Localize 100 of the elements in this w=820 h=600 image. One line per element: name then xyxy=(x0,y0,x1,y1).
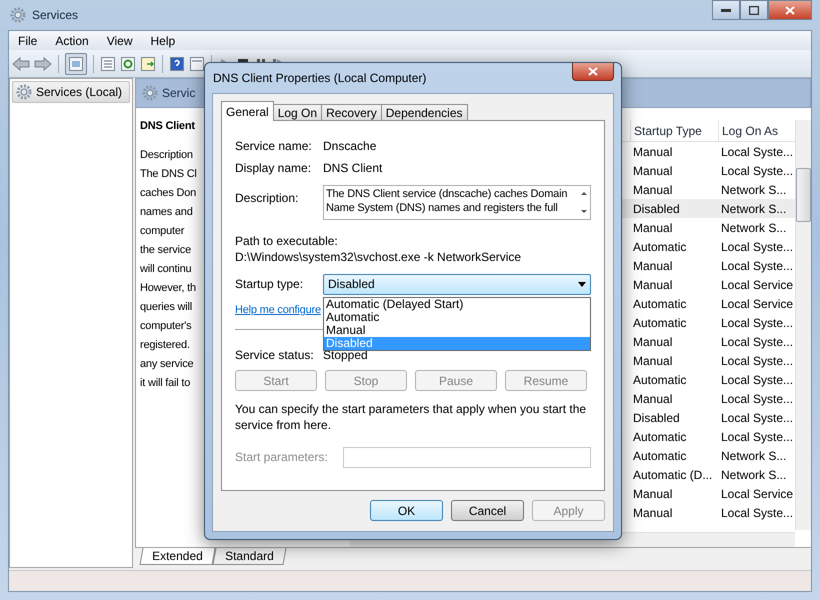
field-label: Service name: xyxy=(235,139,313,153)
field-value: Stopped xyxy=(323,348,368,362)
table-cell-text: Local Syste... xyxy=(720,238,794,256)
minimize-button[interactable] xyxy=(712,0,740,20)
table-cell-text: Local Syste... xyxy=(720,390,794,408)
export-icon[interactable] xyxy=(140,56,156,72)
description-line: it will fail to xyxy=(140,376,190,391)
maximize-icon xyxy=(749,6,759,14)
dialog-title: DNS Client Properties (Local Computer) xyxy=(212,71,426,85)
table-cell-text: Local Syste... xyxy=(720,428,794,446)
description-line: will continu xyxy=(140,262,192,277)
maximize-button[interactable] xyxy=(740,0,768,20)
field-label: Startup type: xyxy=(235,277,304,291)
table-cell-text: Local Syste... xyxy=(720,144,794,160)
close-button[interactable] xyxy=(572,63,614,81)
column-header[interactable]: Startup Type xyxy=(630,120,718,141)
table-cell-text: Network S... xyxy=(720,448,788,464)
description-line: queries will xyxy=(140,300,192,315)
field-label: Display name: xyxy=(235,161,312,175)
table-cell-text: Manual xyxy=(632,258,674,274)
menu-item[interactable]: View xyxy=(98,34,142,48)
table-cell-text: Local Syste... xyxy=(720,372,794,388)
close-button[interactable] xyxy=(768,0,812,20)
forward-arrow-icon[interactable] xyxy=(34,56,52,70)
dialog-tab[interactable]: Dependencies xyxy=(380,104,468,121)
help-link[interactable]: Help me configure xyxy=(235,304,321,316)
table-cell-text: Automatic xyxy=(632,372,688,388)
field-value: Dnscache xyxy=(323,139,376,153)
field-label: Description: xyxy=(235,190,300,205)
table-cell-text: Local Syste... xyxy=(720,504,794,522)
field-label: Service status: xyxy=(235,348,315,362)
dialog-tab[interactable]: General xyxy=(221,101,274,121)
menu-item[interactable]: Action xyxy=(46,34,98,48)
path-value: D:\Windows\system32\svchost.exe -k NetworkService xyxy=(235,249,522,265)
note-text: You can specify the start parameters that apply when you start the service from here. xyxy=(235,401,588,433)
refresh-icon[interactable] xyxy=(120,56,136,72)
table-cell-text: Local Service xyxy=(720,486,794,502)
help-icon[interactable] xyxy=(169,56,185,72)
properties-icon[interactable] xyxy=(100,56,116,72)
minimize-icon xyxy=(721,8,731,12)
table-cell-text: Automatic (D... xyxy=(632,466,714,484)
dialog-tab[interactable]: Recovery xyxy=(321,104,382,121)
table-cell-text: Disabled xyxy=(632,410,681,426)
field-label: Start parameters: xyxy=(235,450,329,464)
table-cell-text: Manual xyxy=(632,390,674,408)
table-cell-text: Automatic xyxy=(632,296,688,312)
description-line: the service xyxy=(140,243,191,258)
table-cell-text: Automatic xyxy=(632,448,688,464)
table-cell-text: Local Syste... xyxy=(720,314,794,332)
dialog-button[interactable]: OK xyxy=(370,500,443,521)
back-arrow-icon[interactable] xyxy=(12,56,30,70)
caret-icon xyxy=(578,282,586,286)
dialog-button[interactable]: Cancel xyxy=(451,500,524,521)
field-label: Path to executable: xyxy=(235,233,339,249)
menu-item[interactable]: Help xyxy=(142,34,184,48)
tree-item[interactable]: Services (Local) xyxy=(12,81,130,103)
window-title: Services xyxy=(32,8,78,22)
table-cell-text: Local Syste... xyxy=(720,162,794,180)
view-tab[interactable]: Standard xyxy=(212,548,286,565)
startup-type-dropdown[interactable]: Disabled xyxy=(323,274,591,294)
table-cell-text: Network S... xyxy=(720,466,788,484)
table-cell-text: Manual xyxy=(632,486,674,502)
table-cell-text: Local Syste... xyxy=(720,258,794,274)
table-cell-text: Local Service xyxy=(720,296,794,312)
table-cell-text: Network S... xyxy=(720,220,788,236)
table-cell-text: Disabled xyxy=(632,200,681,218)
view-tab[interactable]: Extended xyxy=(140,548,216,565)
description-line: registered. xyxy=(140,338,190,353)
table-cell-text: Manual xyxy=(632,144,674,160)
description-line: caches Don xyxy=(140,186,196,201)
close-icon xyxy=(588,67,598,76)
description-line: The DNS Cl xyxy=(140,167,197,182)
vertical-scrollbar[interactable] xyxy=(795,120,811,530)
description-line: computer's xyxy=(140,319,192,334)
table-cell-text: Local Syste... xyxy=(720,410,794,426)
table-cell-text: Automatic xyxy=(632,238,688,256)
table-cell-text: Local Syste... xyxy=(720,352,794,370)
table-cell-text: Network S... xyxy=(720,182,788,198)
service-title: DNS Client xyxy=(140,120,195,132)
description-line: names and xyxy=(140,205,193,220)
table-cell-text: Manual xyxy=(632,504,674,522)
description-line: computer xyxy=(140,224,184,239)
gear-icon xyxy=(16,84,32,100)
pane-title: Servic xyxy=(162,86,196,100)
table-cell-text: Manual xyxy=(632,334,674,350)
table-cell-text: Local Syste... xyxy=(720,334,794,350)
gear-icon xyxy=(10,7,26,23)
table-cell-text: Manual xyxy=(632,182,674,198)
table-cell-text: Network S... xyxy=(720,200,788,218)
menu-item[interactable]: File xyxy=(9,34,46,48)
field-value: DNS Client xyxy=(323,161,382,175)
table-cell-text: Automatic xyxy=(632,428,688,446)
table-cell-text: Automatic xyxy=(632,314,688,332)
table-cell-text: Local Service xyxy=(720,276,794,294)
description-field[interactable]: The DNS Client service (dnscache) caches Domain Name System (DNS) names and registers the full xyxy=(323,185,591,220)
close-icon xyxy=(785,6,795,14)
console-tree-icon[interactable] xyxy=(68,56,84,72)
gear-icon xyxy=(142,85,158,101)
panel-icon[interactable] xyxy=(189,56,205,72)
table-cell-text: Manual xyxy=(632,352,674,370)
